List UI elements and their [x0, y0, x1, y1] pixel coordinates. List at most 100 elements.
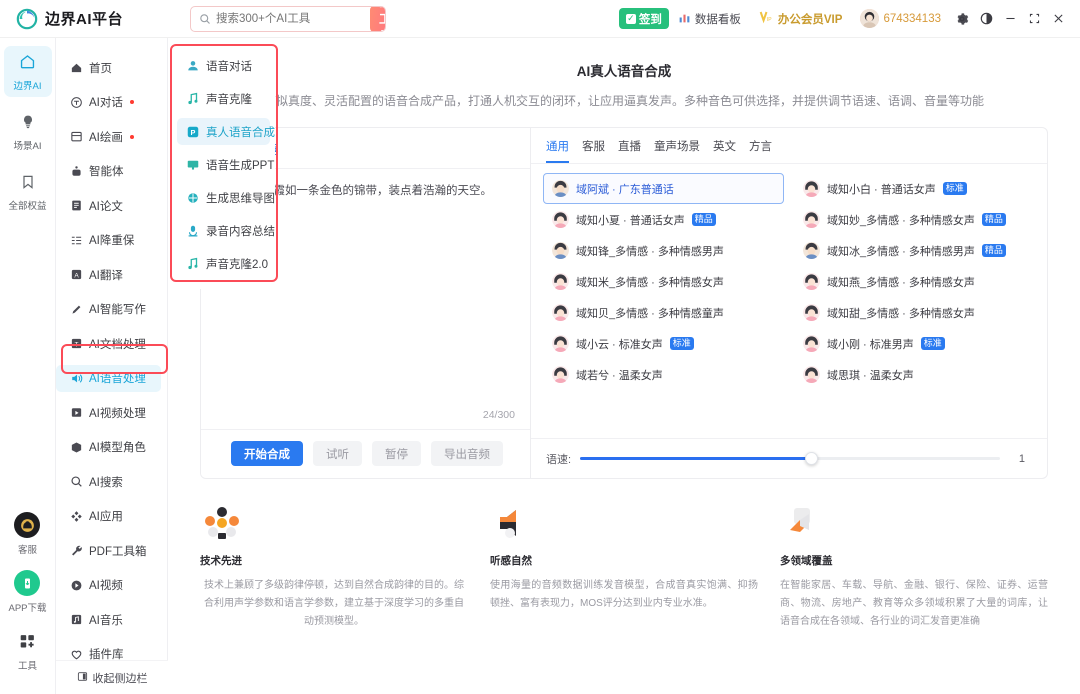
voice-item-9[interactable]: 域知甜_多情感 · 多种情感女声	[794, 297, 1035, 328]
speed-slider-track[interactable]	[580, 452, 1000, 465]
minimize-icon[interactable]	[998, 7, 1022, 31]
rail-item-bianjie-ai[interactable]: 边界AI	[3, 46, 52, 97]
voice-item-11[interactable]: 域小刚 · 标准男声 标准	[794, 328, 1035, 359]
voice-item-2[interactable]: 域知小夏 · 普通话女声 精品	[543, 204, 784, 235]
voice-item-3[interactable]: 域知妙_多情感 · 多种情感女声 精品	[794, 204, 1035, 235]
nav-item-label: AI应用	[89, 511, 123, 523]
customer-service-icon	[14, 512, 41, 538]
robot-icon	[70, 165, 83, 178]
rail-item-all-benefits[interactable]: 全部权益	[4, 167, 52, 217]
nav-item-3[interactable]: 智能体	[56, 158, 161, 185]
nav-item-1[interactable]: AI对话	[56, 89, 161, 116]
dock-label: APP下载	[8, 603, 47, 614]
voice-tab-0[interactable]: 通用	[546, 138, 569, 163]
voice-avatar	[552, 304, 569, 321]
submenu-item-4[interactable]: 生成思维导图	[177, 184, 275, 211]
dock-item-tools[interactable]: 工具	[14, 628, 40, 672]
voice-item-5[interactable]: 域知冰_多情感 · 多种情感男声 精品	[794, 235, 1035, 266]
voice-clone-icon	[186, 92, 200, 106]
feature-list: 技术先进 技术上兼顾了多级韵律停顿，达到自然合成韵律的目的。综合利用声学参数和语…	[168, 479, 1080, 631]
speed-slider-knob[interactable]	[805, 452, 819, 465]
feature-title: 多领域覆盖	[780, 555, 833, 567]
voice-name: 域知小夏 · 普通话女声	[576, 214, 685, 227]
checkin-button[interactable]: ✓ 签到	[618, 8, 669, 29]
nav-item-label: AI视频	[89, 580, 123, 592]
search-box[interactable]: 找工具	[190, 5, 386, 32]
collapse-sidebar-button[interactable]: 收起侧边栏	[56, 660, 168, 694]
voice-name: 域知小白 · 普通话女声	[827, 183, 936, 196]
action-button-2[interactable]: 暂停	[372, 441, 421, 466]
theme-icon[interactable]	[974, 7, 998, 31]
nav-item-9[interactable]: AI语音处理	[56, 364, 161, 392]
voice-avatar	[803, 211, 820, 228]
action-button-1[interactable]: 试听	[313, 441, 362, 466]
nav-item-5[interactable]: AI降重保	[56, 227, 161, 254]
app-download-icon	[14, 570, 41, 596]
voice-item-4[interactable]: 域知锋_多情感 · 多种情感男声	[543, 235, 784, 266]
voice-item-13[interactable]: 域思琪 · 温柔女声	[794, 359, 1035, 390]
submenu-item-label: 声音克隆2.0	[206, 258, 268, 271]
nav-item-8[interactable]: T AI文档处理	[56, 330, 161, 357]
close-icon[interactable]	[1046, 7, 1070, 31]
nav-item-4[interactable]: AI论文	[56, 192, 161, 219]
dock-item-app-download[interactable]: APP下载	[8, 570, 47, 614]
voice-item-12[interactable]: 域若兮 · 温柔女声	[543, 359, 784, 390]
nav-item-label: AI音乐	[89, 614, 123, 627]
vip-button[interactable]: IP 办公会员VIP	[750, 10, 852, 27]
voice-tab-3[interactable]: 童声场景	[654, 138, 700, 163]
dock-item-customer-service[interactable]: 客服	[14, 512, 41, 556]
voice-item-0[interactable]: 域阿斌 · 广东普通话	[543, 173, 784, 204]
nav-item-12[interactable]: AI搜索	[56, 468, 161, 495]
voice-tab-4[interactable]: 英文	[713, 138, 736, 163]
submenu-item-5[interactable]: 录音内容总结	[177, 217, 275, 244]
voice-tab-5[interactable]: 方言	[749, 138, 772, 163]
nav-item-16[interactable]: AI音乐	[56, 606, 161, 633]
action-button-0[interactable]: 开始合成	[231, 441, 303, 466]
feature-title: 技术先进	[200, 555, 242, 567]
nav-item-11[interactable]: AI模型角色	[56, 434, 161, 461]
nav-item-7[interactable]: AI智能写作	[56, 296, 161, 323]
voice-tab-2[interactable]: 直播	[618, 138, 641, 163]
submenu-item-6[interactable]: 声音克隆2.0	[177, 250, 270, 277]
nav-item-10[interactable]: AI视频处理	[56, 399, 161, 426]
nav-item-15[interactable]: AI视频	[56, 572, 161, 599]
maximize-icon[interactable]	[1022, 7, 1046, 31]
voice-tab-1[interactable]: 客服	[582, 138, 605, 163]
nav-item-6[interactable]: A AI翻译	[56, 261, 161, 288]
nav-item-0[interactable]: 首页	[56, 54, 161, 81]
submenu-item-3[interactable]: 语音生成PPT	[177, 151, 274, 178]
voice-name: 域知甜_多情感 · 多种情感女声	[827, 307, 975, 320]
voice-avatar	[552, 273, 569, 290]
rail-item-scene-ai[interactable]: 场景AI	[4, 107, 52, 157]
svg-text:P: P	[191, 128, 196, 137]
voice-avatar	[803, 242, 820, 259]
nav-item-14[interactable]: PDF工具箱	[56, 537, 161, 564]
char-counter: 24/300	[482, 409, 515, 421]
feature-title: 听感自然	[490, 555, 532, 567]
submenu-item-1[interactable]: 声音克隆	[177, 85, 270, 112]
find-tools-button[interactable]: 找工具	[370, 6, 385, 31]
voice-item-10[interactable]: 域小云 · 标准女声 标准	[543, 328, 784, 359]
dashboard-button[interactable]: 数据看板	[669, 11, 750, 27]
nav-item-2[interactable]: AI绘画	[56, 123, 161, 150]
user-account[interactable]: 674334133	[851, 9, 950, 28]
submenu-item-2[interactable]: P 真人语音合成	[177, 118, 275, 145]
paper-icon	[70, 199, 83, 212]
bookmark-icon	[20, 174, 36, 195]
voice-item-8[interactable]: 域知贝_多情感 · 多种情感童声	[543, 297, 784, 328]
voice-avatar	[803, 180, 820, 197]
action-button-3[interactable]: 导出音频	[431, 441, 503, 466]
submenu-item-0[interactable]: 语音对话	[177, 52, 270, 79]
voice-item-6[interactable]: 域知米_多情感 · 多种情感女声	[543, 266, 784, 297]
gear-icon[interactable]	[950, 7, 974, 31]
feature-text: 使用海量的音频数据训练发音模型，合成音真实饱满、抑扬顿挫、富有表现力，MOS评分…	[490, 580, 758, 609]
voice-name: 域小刚 · 标准男声	[827, 338, 914, 351]
search-input[interactable]	[216, 6, 370, 31]
nav-item-13[interactable]: AI应用	[56, 503, 161, 530]
rail-label: 场景AI	[13, 141, 42, 152]
voice-item-7[interactable]: 域知燕_多情感 · 多种情感女声	[794, 266, 1035, 297]
nav-item-label: PDF工具箱	[89, 545, 147, 558]
voice-item-1[interactable]: 域知小白 · 普通话女声 标准	[794, 173, 1035, 204]
voice-tag: 标准	[669, 336, 694, 351]
voice-tag: 精品	[981, 243, 1006, 258]
